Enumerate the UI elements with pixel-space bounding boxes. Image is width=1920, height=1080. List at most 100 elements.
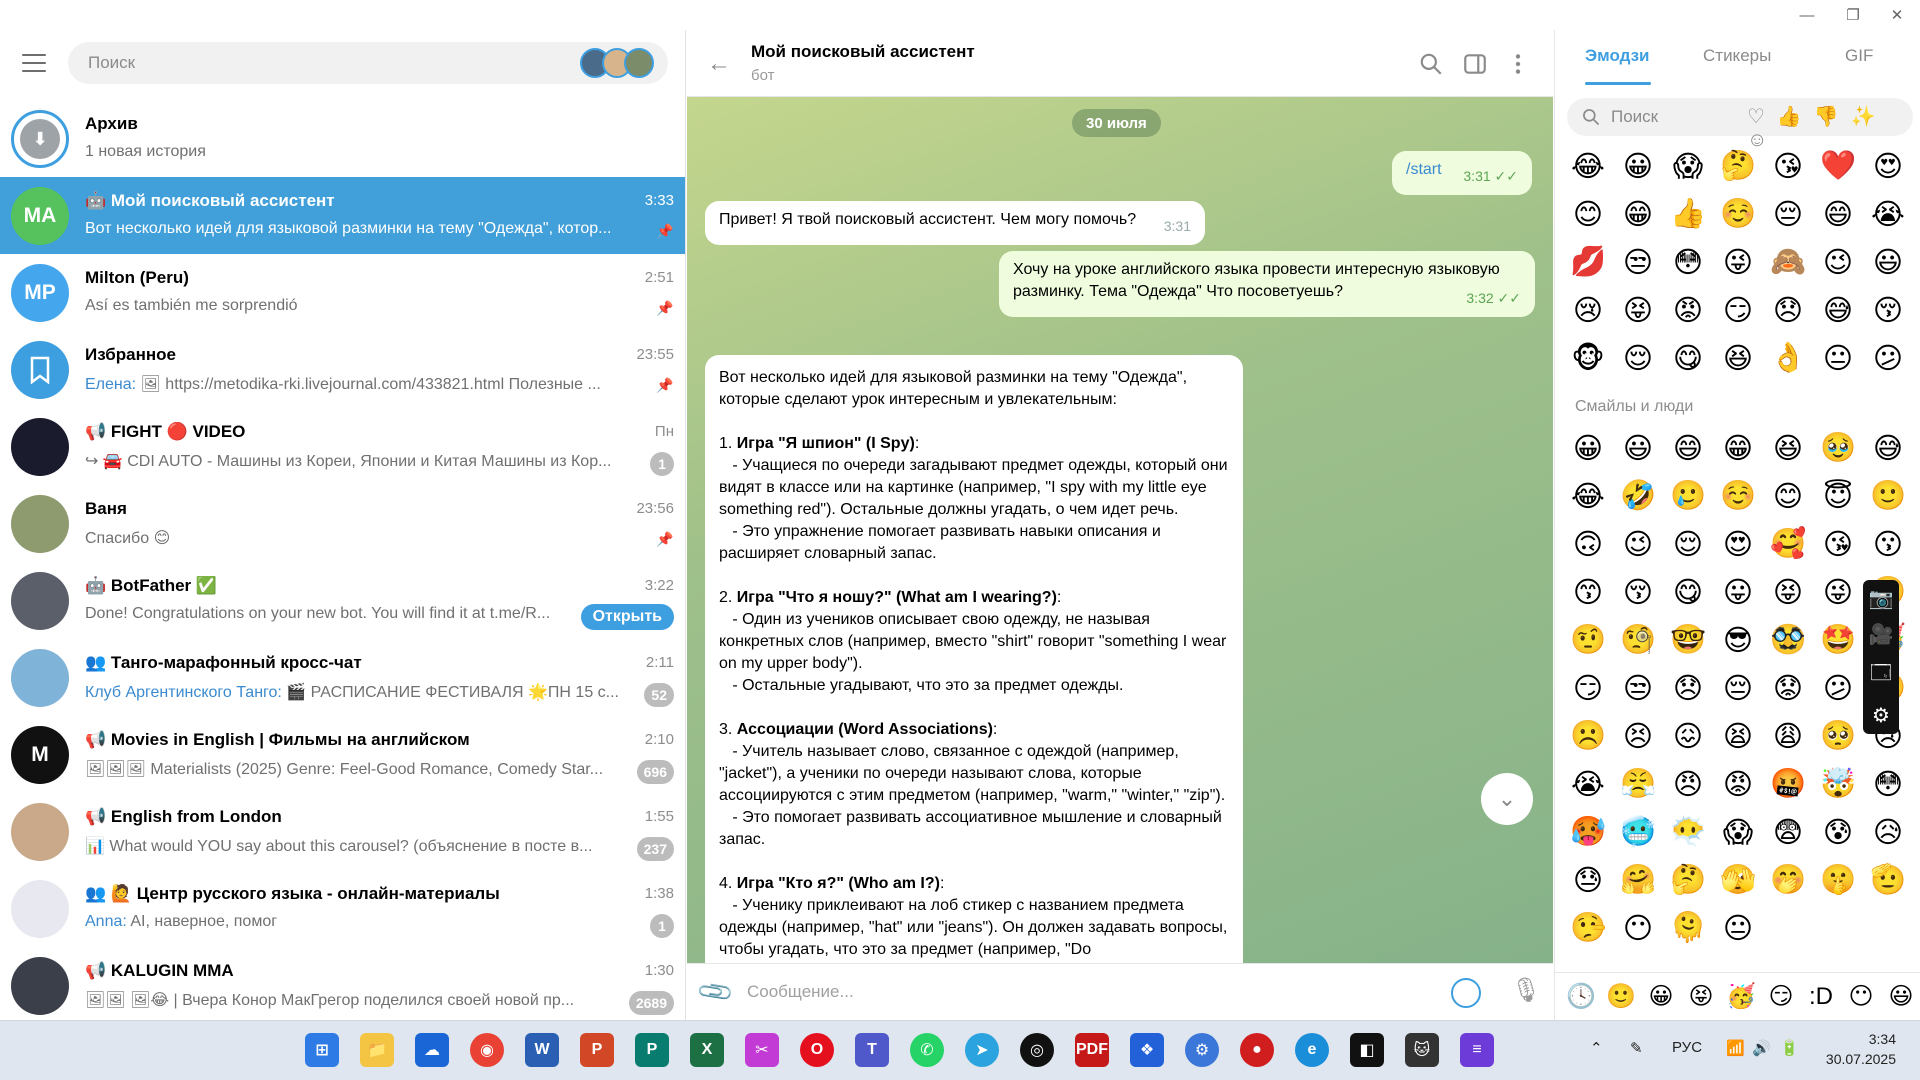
attach-icon[interactable]: 📎 bbox=[695, 972, 737, 1013]
emoji-item[interactable]: 😊 bbox=[1563, 190, 1613, 238]
emoji-category-tab[interactable]: 😏 bbox=[1765, 982, 1797, 1011]
emoji-item[interactable]: 💋 bbox=[1563, 238, 1613, 286]
app-icon[interactable]: ⚙ bbox=[1185, 1033, 1219, 1067]
search-icon[interactable] bbox=[1418, 51, 1444, 77]
close-button[interactable]: ✕ bbox=[1874, 0, 1920, 30]
emoji-item[interactable]: 🤥 bbox=[1563, 904, 1613, 952]
emoji-item[interactable]: 🫠 bbox=[1663, 904, 1713, 952]
message-text[interactable]: /start bbox=[1406, 161, 1442, 178]
tab-stickers[interactable]: Стикеры bbox=[1703, 46, 1771, 66]
emoji-item[interactable]: 😘 bbox=[1763, 142, 1813, 190]
emoji-item[interactable]: 😚 bbox=[1613, 568, 1663, 616]
emoji-button-icon[interactable] bbox=[1451, 978, 1481, 1008]
emoji-item[interactable]: 😫 bbox=[1713, 712, 1763, 760]
emoji-item[interactable]: 😕 bbox=[1863, 334, 1913, 382]
emoji-item[interactable]: 🤬 bbox=[1763, 760, 1813, 808]
emoji-item[interactable]: 😀 bbox=[1563, 424, 1613, 472]
edge-icon[interactable]: e bbox=[1295, 1033, 1329, 1067]
emoji-item[interactable]: 🤣 bbox=[1613, 472, 1663, 520]
chat-list-item[interactable]: 🤖 BotFather ✅ 3:22 Done! Congratulations o… bbox=[0, 562, 685, 639]
emoji-item[interactable]: ☹️ bbox=[1563, 712, 1613, 760]
emoji-item[interactable]: 🤫 bbox=[1813, 856, 1863, 904]
gear-icon[interactable]: ⚙ bbox=[1872, 703, 1890, 728]
message-bubble-in-long[interactable]: Вот несколько идей для языковой разминки… bbox=[705, 355, 1243, 963]
emoji-item[interactable]: 😆 bbox=[1763, 424, 1813, 472]
emoji-category-tab[interactable]: 🙂 bbox=[1605, 982, 1637, 1011]
clock[interactable]: 3:34 30.07.2025 bbox=[1826, 1029, 1896, 1069]
emoji-item[interactable]: 😐 bbox=[1713, 904, 1763, 952]
emoji-item[interactable]: 🥰 bbox=[1763, 520, 1813, 568]
message-input[interactable]: Сообщение... bbox=[747, 982, 854, 1002]
emoji-item[interactable]: 😋 bbox=[1663, 334, 1713, 382]
emoji-item[interactable]: 🤔 bbox=[1663, 856, 1713, 904]
emoji-item[interactable]: 😞 bbox=[1763, 286, 1813, 334]
excel-icon[interactable]: X bbox=[690, 1033, 724, 1067]
emoji-item[interactable]: 😔 bbox=[1763, 190, 1813, 238]
opera-icon[interactable]: O bbox=[800, 1033, 834, 1067]
sidebar-toggle-icon[interactable] bbox=[1462, 51, 1488, 77]
wifi-icon[interactable]: 📶 bbox=[1726, 1039, 1745, 1057]
emoji-item[interactable]: 😂 bbox=[1563, 472, 1613, 520]
chat-list-item[interactable]: 👥 🙋 Центр русского языка - онлайн-матери… bbox=[0, 870, 685, 947]
emoji-item[interactable]: 😃 bbox=[1613, 424, 1663, 472]
emoji-item[interactable]: 😆 bbox=[1713, 334, 1763, 382]
chat-list-item[interactable]: MP Milton (Peru) 2:51 Así es también me sor… bbox=[0, 254, 685, 331]
emoji-category-tab[interactable]: 😃 bbox=[1885, 982, 1917, 1011]
search-input[interactable]: Поиск bbox=[68, 42, 668, 84]
emoji-item[interactable]: 😓 bbox=[1563, 856, 1613, 904]
message-area[interactable]: 30 июля /start 3:31 ✓✓ Привет! Я твой по… bbox=[687, 97, 1553, 963]
chat-list-item[interactable]: Ваня 23:56 Спасибо 😊 📌 bbox=[0, 485, 685, 562]
chevron-up-icon[interactable]: ⌃ bbox=[1590, 1039, 1603, 1057]
emoji-item[interactable]: 😝 bbox=[1613, 286, 1663, 334]
emoji-item[interactable]: 🤯 bbox=[1813, 760, 1863, 808]
emoji-item[interactable]: 😍 bbox=[1713, 520, 1763, 568]
emoji-item[interactable]: 👌 bbox=[1763, 334, 1813, 382]
emoji-item[interactable]: 🤓 bbox=[1663, 616, 1713, 664]
video-icon[interactable]: 🎥 bbox=[1869, 622, 1894, 647]
emoji-item[interactable]: 🥸 bbox=[1763, 616, 1813, 664]
file-explorer-icon[interactable]: 📁 bbox=[360, 1033, 394, 1067]
chat-title[interactable]: Мой поисковый ассистент bbox=[751, 42, 975, 62]
stories-avatars[interactable] bbox=[580, 48, 660, 78]
emoji-item[interactable]: 😣 bbox=[1613, 712, 1663, 760]
emoji-item[interactable]: ☺️ bbox=[1713, 472, 1763, 520]
telegram-icon[interactable]: ➤ bbox=[965, 1033, 999, 1067]
record-icon[interactable]: ● bbox=[1240, 1033, 1274, 1067]
app-icon[interactable]: ≡ bbox=[1460, 1033, 1494, 1067]
snipping-tool-icon[interactable]: ✂ bbox=[745, 1033, 779, 1067]
emoji-item[interactable]: 😘 bbox=[1813, 520, 1863, 568]
emoji-item[interactable]: 🤨 bbox=[1563, 616, 1613, 664]
emoji-item[interactable]: 🤔 bbox=[1713, 142, 1763, 190]
restore-button[interactable]: ❐ bbox=[1830, 0, 1876, 30]
chat-list-item[interactable]: 👥 Танго-марафонный кросс-чат 2:11 Клуб Арг… bbox=[0, 639, 685, 716]
publisher-icon[interactable]: P bbox=[635, 1033, 669, 1067]
emoji-item[interactable]: 🙂 bbox=[1863, 472, 1913, 520]
emoji-item[interactable]: 😡 bbox=[1663, 286, 1713, 334]
emoji-item[interactable]: 😋 bbox=[1663, 568, 1713, 616]
menu-icon[interactable] bbox=[14, 50, 54, 76]
emoji-item[interactable]: 😍 bbox=[1863, 142, 1913, 190]
emoji-item[interactable]: ❤️ bbox=[1813, 142, 1863, 190]
emoji-item[interactable]: 😅 bbox=[1863, 424, 1913, 472]
emoji-item[interactable]: 🙃 bbox=[1563, 520, 1613, 568]
emoji-item[interactable]: 😜 bbox=[1713, 238, 1763, 286]
emoji-item[interactable]: 😭 bbox=[1863, 190, 1913, 238]
emoji-item[interactable]: 😙 bbox=[1563, 568, 1613, 616]
emoji-item[interactable]: 😊 bbox=[1763, 472, 1813, 520]
emoji-item[interactable]: 🐵 bbox=[1563, 334, 1613, 382]
emoji-item[interactable]: 😖 bbox=[1663, 712, 1713, 760]
open-button[interactable]: Открыть bbox=[580, 604, 674, 630]
emoji-item[interactable]: 😱 bbox=[1663, 142, 1713, 190]
emoji-item[interactable]: 😌 bbox=[1663, 520, 1713, 568]
window-icon[interactable]: 🗔 bbox=[1870, 658, 1892, 692]
pen-icon[interactable]: ✎ bbox=[1630, 1039, 1643, 1057]
emoji-item[interactable]: 😎 bbox=[1713, 616, 1763, 664]
emoji-item[interactable]: 😥 bbox=[1863, 808, 1913, 856]
emoji-item[interactable]: 😚 bbox=[1863, 286, 1913, 334]
emoji-item[interactable]: 😗 bbox=[1863, 520, 1913, 568]
whatsapp-icon[interactable]: ✆ bbox=[910, 1033, 944, 1067]
emoji-item[interactable]: 🥵 bbox=[1563, 808, 1613, 856]
emoji-item[interactable]: 😀 bbox=[1613, 142, 1663, 190]
emoji-item[interactable]: 😏 bbox=[1563, 664, 1613, 712]
onedrive-icon[interactable]: ☁ bbox=[415, 1033, 449, 1067]
